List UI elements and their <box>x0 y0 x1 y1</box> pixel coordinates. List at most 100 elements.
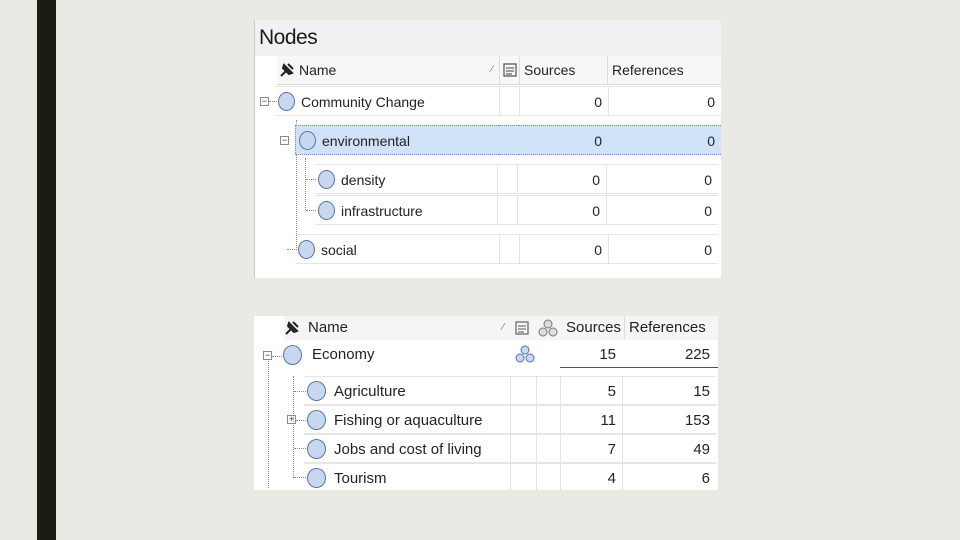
node-name: Agriculture <box>334 383 406 400</box>
node-name-cell: Fishing or aquaculture <box>304 405 510 434</box>
column-references[interactable]: References <box>624 316 718 340</box>
node-icon <box>298 240 315 259</box>
expand-icon[interactable]: + <box>287 415 296 424</box>
node-icon <box>278 92 295 111</box>
tree-row[interactable]: density 0 0 <box>315 164 721 194</box>
memo-cell <box>510 376 536 405</box>
node-name-cell: Jobs and cost of living <box>304 434 510 463</box>
relationship-cell <box>536 376 560 405</box>
tree-row[interactable]: Agriculture 5 15 <box>304 376 718 405</box>
memo-cell <box>497 195 517 225</box>
sources-cell: 0 <box>517 195 606 225</box>
relationship-cell <box>512 341 538 369</box>
relationship-icon <box>538 319 558 337</box>
sources-cell: 0 <box>519 86 608 116</box>
column-memo[interactable] <box>499 56 519 84</box>
node-name: Community Change <box>301 94 425 110</box>
sources-cell: 0 <box>519 125 608 155</box>
node-icon <box>307 439 326 459</box>
references-cell: 0 <box>608 86 721 116</box>
column-name-label: Name <box>299 62 337 78</box>
node-name: Tourism <box>334 470 387 487</box>
node-name: Economy <box>312 346 375 363</box>
node-icon <box>299 131 316 150</box>
nodes-panel-bottom: Name ⁄ Sources References − + Economy 15… <box>254 316 718 490</box>
node-icon <box>283 345 302 365</box>
memo-cell <box>497 164 517 194</box>
memo-cell <box>510 434 536 463</box>
references-cell: 6 <box>622 463 716 490</box>
node-name: social <box>321 242 357 258</box>
column-memo[interactable] <box>510 316 536 340</box>
node-name: Jobs and cost of living <box>334 441 482 458</box>
column-header: Name ⁄ Sources References <box>284 316 718 340</box>
memo-cell <box>510 405 536 434</box>
tree-row[interactable]: Jobs and cost of living 7 49 <box>304 434 718 463</box>
node-icon <box>307 381 326 401</box>
node-icon <box>318 170 335 189</box>
memo-icon <box>503 63 517 77</box>
references-cell: 0 <box>608 125 721 155</box>
column-name-label: Name <box>308 319 349 336</box>
sources-cell: 0 <box>519 234 608 264</box>
tree-row[interactable]: Fishing or aquaculture 11 153 <box>304 405 718 434</box>
references-cell: 225 <box>684 346 710 363</box>
references-cell: 49 <box>622 434 716 463</box>
memo-cell <box>510 463 536 490</box>
node-name: infrastructure <box>341 203 423 219</box>
column-name[interactable]: Name ⁄ <box>304 316 510 340</box>
left-accent-bar <box>37 0 56 540</box>
node-name-cell: Agriculture <box>304 376 510 405</box>
panel-titlebar: Nodes <box>255 20 721 56</box>
column-references[interactable]: References <box>607 56 721 84</box>
node-name: Fishing or aquaculture <box>334 412 483 429</box>
column-sources[interactable]: Sources <box>562 316 624 340</box>
pin-icon[interactable] <box>279 62 295 78</box>
tree-line <box>305 158 306 210</box>
tree-row[interactable]: infrastructure 0 0 <box>315 195 721 225</box>
sources-cell: 0 <box>517 164 606 194</box>
collapse-icon[interactable]: − <box>263 351 272 360</box>
column-relationships[interactable] <box>536 316 562 340</box>
relationship-cell <box>536 405 560 434</box>
relationship-cell <box>536 463 560 490</box>
node-icon <box>307 468 326 488</box>
tree-row[interactable]: Community Change 0 0 <box>275 86 721 116</box>
column-sources[interactable]: Sources <box>519 56 607 84</box>
references-cell: 0 <box>608 234 718 264</box>
relationship-cell <box>536 434 560 463</box>
tree-row[interactable]: Economy 15 225 <box>280 341 718 369</box>
node-icon <box>318 201 335 220</box>
node-name-cell: Community Change <box>275 86 499 116</box>
memo-cell <box>499 234 519 264</box>
node-name-cell: Tourism <box>304 463 510 490</box>
column-name[interactable]: Name ⁄ <box>295 56 499 84</box>
memo-icon <box>515 321 529 335</box>
memo-cell <box>499 86 519 116</box>
node-name-cell: social <box>295 234 499 264</box>
collapse-icon[interactable]: − <box>280 136 289 145</box>
relationship-icon <box>515 345 535 363</box>
node-name: density <box>341 172 386 188</box>
references-cell: 153 <box>622 405 716 434</box>
column-header: Name ⁄ Sources References <box>277 56 721 85</box>
tree-row[interactable]: Tourism 4 6 <box>304 463 718 490</box>
sort-indicator-icon: ⁄ <box>502 322 504 333</box>
tree-row[interactable]: social 0 0 <box>295 234 721 264</box>
sources-cell: 5 <box>560 376 622 405</box>
sources-cell: 15 <box>599 346 616 363</box>
nodes-panel-top: Nodes Name ⁄ Sources References − − Comm… <box>254 20 721 278</box>
references-cell: 0 <box>606 195 718 225</box>
node-icon <box>307 410 326 430</box>
row-underline <box>560 367 718 368</box>
memo-cell <box>499 125 519 155</box>
references-cell: 15 <box>622 376 716 405</box>
references-cell: 0 <box>606 164 718 194</box>
sources-cell: 4 <box>560 463 622 490</box>
tree-line <box>293 376 294 478</box>
collapse-icon[interactable]: − <box>260 97 269 106</box>
pin-icon[interactable] <box>284 320 300 336</box>
sort-indicator-icon: ⁄ <box>491 64 493 75</box>
tree-row[interactable]: environmental 0 0 <box>295 125 721 155</box>
node-name: environmental <box>322 133 410 149</box>
